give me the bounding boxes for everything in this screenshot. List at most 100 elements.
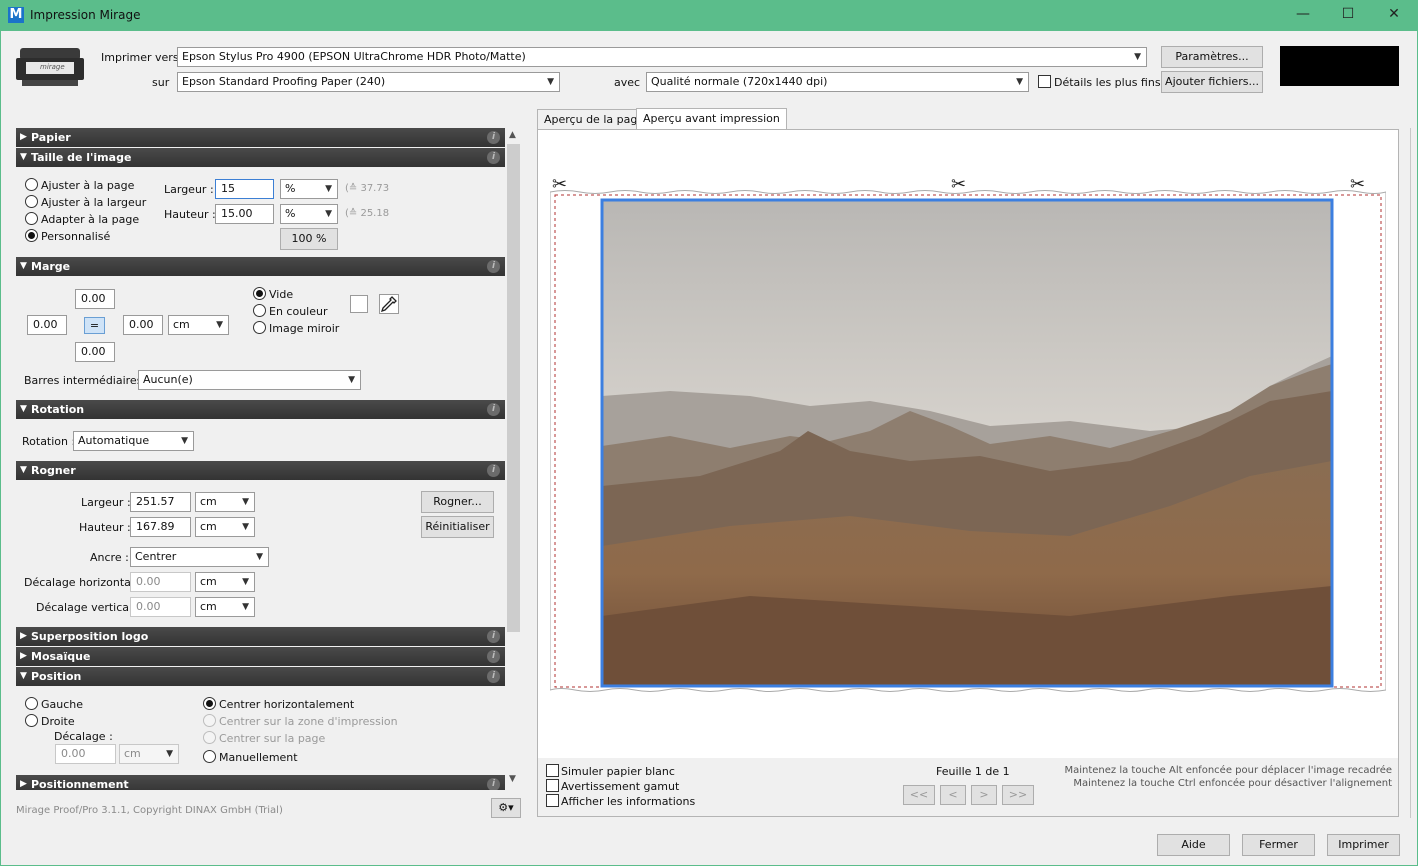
section-crop[interactable]: ▼ Rogner i <box>16 461 505 480</box>
section-margin[interactable]: ▼ Marge i <box>16 257 505 276</box>
adapt-page-radio[interactable] <box>25 212 38 225</box>
scissors-icon[interactable]: ✂ <box>1350 174 1365 195</box>
width-unit-select[interactable]: % ▼ <box>280 179 338 199</box>
info-icon[interactable]: i <box>487 778 500 790</box>
margin-bottom-input[interactable]: 0.00 <box>75 342 115 362</box>
show-info-checkbox[interactable] <box>546 794 559 807</box>
margin-unit-select[interactable]: cm ▼ <box>168 315 229 335</box>
fill-color-radio[interactable] <box>253 304 266 317</box>
hundred-percent-button[interactable]: 100 % <box>280 228 338 250</box>
margin-right-input[interactable]: 0.00 <box>123 315 163 335</box>
section-image-size[interactable]: ▼ Taille de l'image i <box>16 148 505 167</box>
eyedropper-icon[interactable] <box>379 294 399 314</box>
fine-details-checkbox[interactable] <box>1038 75 1051 88</box>
height-input[interactable]: 15.00 <box>215 204 274 224</box>
custom-label: Personnalisé <box>41 230 111 243</box>
chevron-down-icon: ▼ <box>20 671 27 681</box>
position-left-radio[interactable] <box>25 697 38 710</box>
margin-top-input[interactable]: 0.00 <box>75 289 115 309</box>
fill-empty-radio[interactable] <box>253 287 266 300</box>
info-icon[interactable]: i <box>487 131 500 144</box>
center-horizontal-radio[interactable] <box>203 697 216 710</box>
quality-select[interactable]: Qualité normale (720x1440 dpi) ▼ <box>646 72 1029 92</box>
chevron-down-icon: ▼ <box>166 749 173 759</box>
tab-page-preview[interactable]: Aperçu de la page <box>537 109 652 130</box>
hoffset-input[interactable]: 0.00 <box>130 572 191 592</box>
voffset-input[interactable]: 0.00 <box>130 597 191 617</box>
close-button[interactable]: Fermer <box>1242 834 1315 856</box>
chevron-down-icon: ▼ <box>242 602 249 612</box>
scroll-up-icon[interactable]: ▲ <box>509 130 516 140</box>
info-icon[interactable]: i <box>487 464 500 477</box>
crop-height-unit-select[interactable]: cm ▼ <box>195 517 255 537</box>
settings-button[interactable]: Paramètres... <box>1161 46 1263 68</box>
height-unit-value: % <box>285 207 296 220</box>
paper-select[interactable]: Epson Standard Proofing Paper (240) ▼ <box>177 72 560 92</box>
info-icon[interactable]: i <box>487 650 500 663</box>
crop-width-label: Largeur : <box>81 496 131 509</box>
section-logo[interactable]: ▶ Superposition logo i <box>16 627 505 646</box>
gear-icon[interactable]: ⚙▾ <box>491 798 521 818</box>
manual-radio[interactable] <box>203 750 216 763</box>
info-icon[interactable]: i <box>487 630 500 643</box>
crop-button[interactable]: Rogner... <box>421 491 494 513</box>
section-position[interactable]: ▼ Position i <box>16 667 505 686</box>
first-page-button[interactable]: << <box>903 785 935 805</box>
info-icon[interactable]: i <box>487 670 500 683</box>
anchor-value: Centrer <box>135 550 177 563</box>
position-offset-unit-select[interactable]: cm ▼ <box>119 744 179 764</box>
scrollbar-thumb[interactable] <box>507 144 520 632</box>
fit-width-radio[interactable] <box>25 195 38 208</box>
rotation-select[interactable]: Automatique ▼ <box>73 431 194 451</box>
chevron-right-icon: ▶ <box>20 651 27 661</box>
bars-select[interactable]: Aucun(e) ▼ <box>138 370 361 390</box>
preview-pane: ✂ ✂ ✂ Simuler papier blanc Avertissement… <box>537 129 1399 817</box>
scissors-icon[interactable]: ✂ <box>951 174 966 195</box>
scroll-down-icon[interactable]: ▼ <box>509 774 516 784</box>
crop-height-input[interactable]: 167.89 <box>130 517 191 537</box>
crop-width-unit-select[interactable]: cm ▼ <box>195 492 255 512</box>
margin-color-swatch[interactable] <box>350 295 368 313</box>
print-button[interactable]: Imprimer <box>1327 834 1400 856</box>
fit-page-radio[interactable] <box>25 178 38 191</box>
help-button[interactable]: Aide <box>1157 834 1230 856</box>
section-positioning[interactable]: ▶ Positionnement i <box>16 775 505 790</box>
panel-scrollbar[interactable]: ▲ ▼ <box>506 128 521 790</box>
anchor-select[interactable]: Centrer ▼ <box>130 547 269 567</box>
bars-label: Barres intermédiaires : <box>24 374 150 387</box>
margin-left-input[interactable]: 0.00 <box>27 315 67 335</box>
center-page-radio[interactable] <box>203 731 216 744</box>
custom-radio[interactable] <box>25 229 38 242</box>
gamut-warning-checkbox[interactable] <box>546 779 559 792</box>
minimize-icon[interactable]: — <box>1280 0 1326 31</box>
center-print-area-radio[interactable] <box>203 714 216 727</box>
window-title: Impression Mirage <box>30 8 141 22</box>
simulate-white-checkbox[interactable] <box>546 764 559 777</box>
voffset-unit-select[interactable]: cm ▼ <box>195 597 255 617</box>
hoffset-unit-select[interactable]: cm ▼ <box>195 572 255 592</box>
position-right-radio[interactable] <box>25 714 38 727</box>
width-input[interactable]: 15 <box>215 179 274 199</box>
printer-select[interactable]: Epson Stylus Pro 4900 (EPSON UltraChrome… <box>177 47 1147 67</box>
position-offset-input[interactable]: 0.00 <box>55 744 116 764</box>
maximize-icon[interactable]: ☐ <box>1325 0 1371 31</box>
info-icon[interactable]: i <box>487 151 500 164</box>
next-page-button[interactable]: > <box>971 785 997 805</box>
reset-crop-button[interactable]: Réinitialiser <box>421 516 494 538</box>
close-icon[interactable]: ✕ <box>1371 0 1417 31</box>
section-mosaic[interactable]: ▶ Mosaïque i <box>16 647 505 666</box>
scissors-icon[interactable]: ✂ <box>552 174 567 195</box>
crop-width-input[interactable]: 251.57 <box>130 492 191 512</box>
last-page-button[interactable]: >> <box>1002 785 1034 805</box>
equal-margins-button[interactable]: = <box>84 317 105 334</box>
tab-print-preview[interactable]: Aperçu avant impression <box>636 108 787 130</box>
crop-width-unit-value: cm <box>200 495 217 508</box>
section-rotation[interactable]: ▼ Rotation i <box>16 400 505 419</box>
add-files-button[interactable]: Ajouter fichiers... <box>1161 71 1263 93</box>
info-icon[interactable]: i <box>487 260 500 273</box>
height-unit-select[interactable]: % ▼ <box>280 204 338 224</box>
section-paper[interactable]: ▶ Papier i <box>16 128 505 147</box>
info-icon[interactable]: i <box>487 403 500 416</box>
fill-mirror-radio[interactable] <box>253 321 266 334</box>
prev-page-button[interactable]: < <box>940 785 966 805</box>
